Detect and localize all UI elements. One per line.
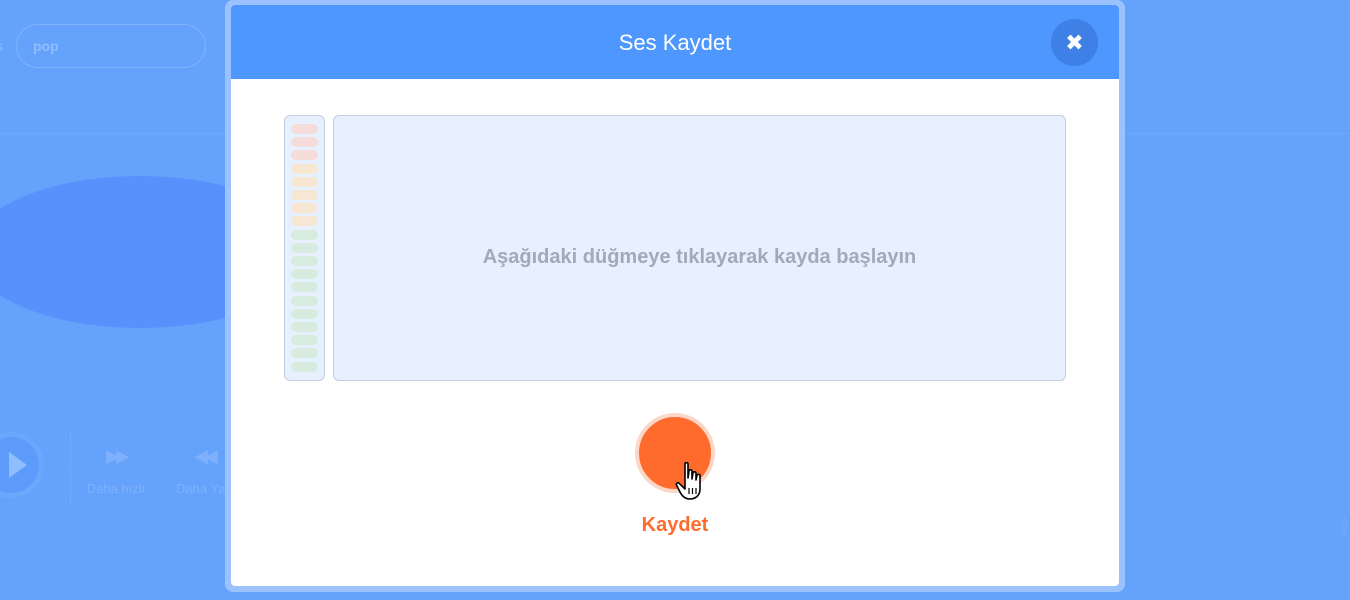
record-label: Kaydet	[641, 514, 709, 536]
meter-segment	[291, 203, 318, 214]
meter-segment	[291, 216, 318, 227]
meter-segment	[291, 229, 318, 240]
meter-segment	[291, 295, 318, 306]
play-button[interactable]	[0, 432, 44, 498]
meter-segment	[291, 163, 318, 174]
meter-segment	[291, 242, 318, 253]
fast-forward-icon: ▶▶	[106, 446, 130, 466]
faster-button[interactable]: ▶▶ Daha hızlı	[76, 445, 156, 496]
meter-segment	[291, 256, 318, 266]
meter-segment	[291, 150, 318, 161]
meter-segment	[291, 282, 318, 293]
meter-segment	[291, 335, 318, 346]
play-icon	[9, 452, 27, 478]
meter-segment	[291, 190, 318, 200]
hand-pointer-cursor-icon	[675, 461, 701, 500]
faster-label: Daha hızlı	[86, 481, 146, 496]
recording-instruction: Aşağıdaki düğmeye tıklayarak kayda başla…	[482, 246, 917, 268]
controls-divider	[70, 432, 71, 504]
modal-title: Ses Kaydet	[618, 30, 732, 55]
meter-segment	[291, 124, 318, 134]
input-level-meter	[284, 115, 325, 381]
recording-area: Aşağıdaki düğmeye tıklayarak kayda başla…	[333, 115, 1066, 381]
search-input-value: pop	[33, 38, 59, 54]
record-sound-modal: Ses Kaydet ✖ Aşağıdaki düğmeye tıklayara…	[231, 5, 1119, 586]
meter-segment	[291, 176, 318, 187]
modal-header: Ses Kaydet ✖	[231, 5, 1119, 79]
close-icon: ✖	[1065, 30, 1084, 55]
meter-segment	[291, 322, 318, 332]
meter-segment	[291, 269, 318, 280]
sound-search-input[interactable]: pop	[16, 24, 206, 68]
close-button[interactable]: ✖	[1051, 19, 1098, 66]
meter-segment	[291, 308, 318, 319]
meter-segment	[291, 361, 318, 372]
background-mark	[1342, 518, 1348, 536]
meter-segment	[291, 348, 318, 359]
search-prefix-text: s	[0, 38, 3, 54]
meter-segment	[291, 137, 318, 148]
